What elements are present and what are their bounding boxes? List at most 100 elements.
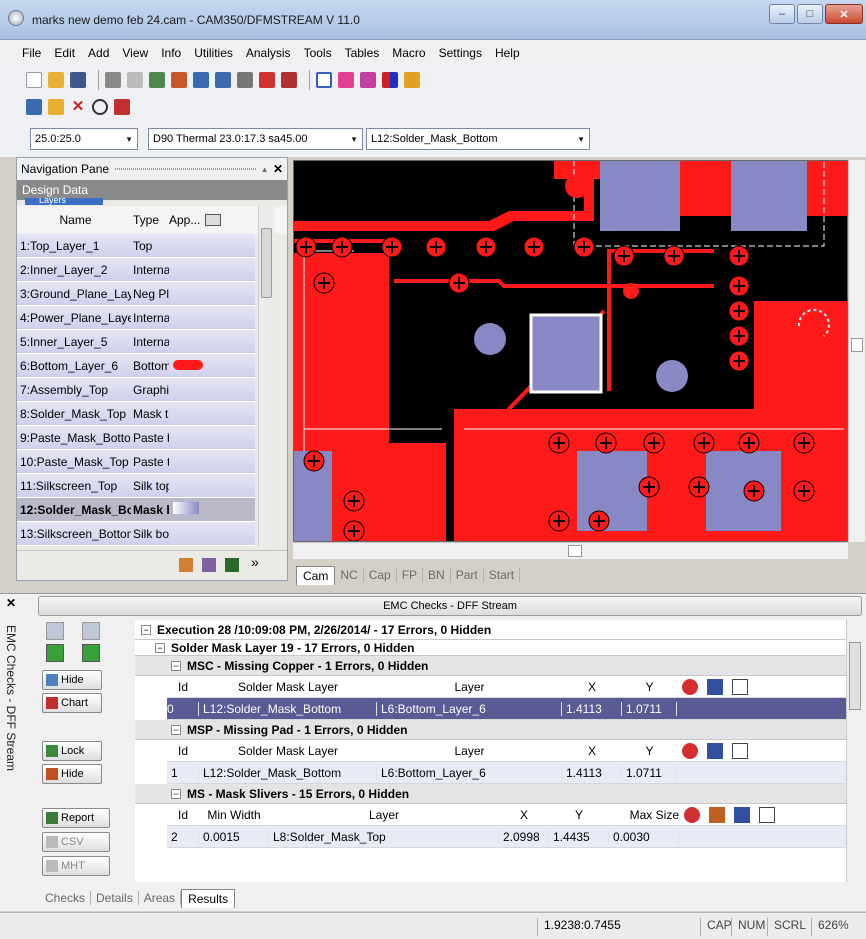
hide-button[interactable]: Hide: [42, 670, 102, 690]
zoom-out-icon[interactable]: [215, 72, 231, 88]
layers-scrollbar[interactable]: [258, 206, 274, 546]
menu-info[interactable]: Info: [161, 46, 181, 60]
expand-icon[interactable]: [46, 622, 64, 640]
status-icon[interactable]: [683, 806, 700, 823]
undo-icon[interactable]: [105, 72, 121, 88]
layer-row[interactable]: 4:Power_Plane_Layer_4Internal: [17, 306, 255, 330]
layer-appearance[interactable]: [169, 359, 229, 373]
collapse-toggle-icon[interactable]: −: [171, 660, 181, 671]
scroll-thumb[interactable]: [261, 228, 272, 298]
canvas-hscroll-thumb[interactable]: [568, 545, 582, 557]
menu-macro[interactable]: Macro: [392, 46, 425, 60]
status-icon[interactable]: [681, 678, 698, 695]
tab-part[interactable]: Part: [451, 568, 484, 582]
column-chooser-icon[interactable]: [758, 806, 775, 823]
menu-view[interactable]: View: [122, 46, 148, 60]
delete-icon[interactable]: ✕: [70, 99, 86, 115]
layer-row[interactable]: 5:Inner_Layer_5 Internal: [17, 330, 255, 354]
menu-help[interactable]: Help: [495, 46, 520, 60]
new-file-icon[interactable]: [26, 72, 42, 88]
pan-icon[interactable]: [237, 72, 253, 88]
report-button[interactable]: Report: [42, 808, 110, 828]
collapse-icon[interactable]: [82, 622, 100, 640]
msp-row[interactable]: − MSP - Missing Pad - 1 Errors, 0 Hidden: [135, 720, 846, 740]
design-data-header[interactable]: Design Data: [17, 180, 287, 200]
zoom-all-icon[interactable]: [171, 72, 187, 88]
layer-row[interactable]: 9:Paste_Mask_BottomPaste bot: [17, 426, 255, 450]
hide-errors-button[interactable]: Hide: [42, 764, 102, 784]
collapse-toggle-icon[interactable]: −: [155, 642, 165, 653]
dots-icon[interactable]: [360, 72, 376, 88]
col-app[interactable]: App...: [169, 213, 205, 227]
execution-row[interactable]: − Execution 28 /10:09:08 PM, 2/26/2014/ -…: [135, 620, 846, 640]
note-icon[interactable]: [706, 742, 723, 759]
msc-data-row[interactable]: 0 L12:Solder_Mask_Bottom L6:Bottom_Layer…: [167, 698, 846, 720]
move-icon[interactable]: [26, 99, 42, 115]
aperture-combo[interactable]: D90 Thermal 23.0:17.3 sa45.00 ▼: [148, 128, 363, 150]
column-chooser-icon[interactable]: [731, 678, 748, 695]
cad-canvas[interactable]: [293, 160, 848, 542]
tab-cam[interactable]: Cam: [296, 565, 336, 585]
tab-start[interactable]: Start: [484, 568, 521, 582]
layer-appearance[interactable]: [169, 502, 229, 517]
nav-grid-icon[interactable]: [202, 558, 216, 572]
msc-row[interactable]: − MSC - Missing Copper - 1 Errors, 0 Hidd…: [135, 656, 846, 676]
add-check-icon[interactable]: [46, 644, 64, 662]
layer-row[interactable]: 11:Silkscreen_Top Silk top: [17, 474, 255, 498]
close-icon[interactable]: ✕: [273, 162, 283, 176]
color-icon[interactable]: [382, 72, 398, 88]
collapse-toggle-icon[interactable]: −: [171, 724, 181, 735]
query-icon[interactable]: [259, 72, 275, 88]
note-icon[interactable]: [706, 678, 723, 695]
menu-edit[interactable]: Edit: [54, 46, 75, 60]
tab-results[interactable]: Results: [181, 888, 236, 908]
tab-details[interactable]: Details: [91, 891, 139, 905]
layers-group-header[interactable]: Layers: [25, 198, 103, 205]
layer-row[interactable]: 13:Silkscreen_Bottom Silk bot: [17, 522, 255, 546]
layer-row[interactable]: 12:Solder_Mask_BottomMask bot: [17, 498, 255, 522]
canvas-vscroll-thumb[interactable]: [851, 338, 863, 352]
rotate-icon[interactable]: [92, 99, 108, 115]
menu-analysis[interactable]: Analysis: [246, 46, 291, 60]
redraw-icon[interactable]: [127, 72, 143, 88]
emc-side-label[interactable]: EMC Checks - DFF Stream: [2, 625, 18, 815]
minimize-button[interactable]: –: [769, 4, 795, 24]
tab-areas[interactable]: Areas: [139, 891, 182, 905]
results-scroll-thumb[interactable]: [849, 642, 861, 710]
maximize-button[interactable]: □: [797, 4, 823, 24]
collapse-toggle-icon[interactable]: −: [141, 624, 151, 635]
nav-layers-icon[interactable]: [179, 558, 193, 572]
col-name[interactable]: Name: [17, 213, 131, 227]
menu-add[interactable]: Add: [88, 46, 109, 60]
open-folder-icon[interactable]: [48, 72, 64, 88]
pcb-drawing[interactable]: [294, 161, 848, 542]
edit-check-icon[interactable]: [82, 644, 100, 662]
layer-row[interactable]: 8:Solder_Mask_Top Mask top: [17, 402, 255, 426]
tab-nc[interactable]: NC: [335, 568, 364, 582]
grid-combo[interactable]: 25.0:25.0 ▼: [30, 128, 138, 150]
note-icon[interactable]: [733, 806, 750, 823]
results-vscrollbar[interactable]: [846, 620, 863, 882]
ms-data-row[interactable]: 2 0.0015 L8:Solder_Mask_Top 2.0998 1.443…: [167, 826, 846, 848]
layers-icon[interactable]: [281, 72, 297, 88]
mht-button[interactable]: MHT: [42, 856, 110, 876]
zoom-in-icon[interactable]: [193, 72, 209, 88]
close-icon[interactable]: ✕: [6, 596, 16, 610]
menu-utilities[interactable]: Utilities: [194, 46, 233, 60]
snap-icon[interactable]: [316, 72, 332, 88]
layer-row[interactable]: 10:Paste_Mask_Top Paste top: [17, 450, 255, 474]
pin-icon[interactable]: ▴: [262, 164, 267, 175]
column-chooser-icon[interactable]: [205, 214, 221, 226]
layer-row[interactable]: 6:Bottom_Layer_6 Bottom: [17, 354, 255, 378]
zoom-window-icon[interactable]: [149, 72, 165, 88]
canvas-hscrollbar[interactable]: [293, 542, 848, 559]
msp-data-row[interactable]: 1 L12:Solder_Mask_Bottom L6:Bottom_Layer…: [167, 762, 846, 784]
ms-row[interactable]: − MS - Mask Slivers - 15 Errors, 0 Hidden: [135, 784, 846, 804]
col-type[interactable]: Type: [131, 213, 169, 227]
status-icon[interactable]: [681, 742, 698, 759]
save-icon[interactable]: [70, 72, 86, 88]
collapse-toggle-icon[interactable]: −: [171, 788, 181, 799]
menu-tables[interactable]: Tables: [345, 46, 380, 60]
grid-icon[interactable]: [338, 72, 354, 88]
layer-row[interactable]: 3:Ground_Plane_Layer_3Neg Plane: [17, 282, 255, 306]
